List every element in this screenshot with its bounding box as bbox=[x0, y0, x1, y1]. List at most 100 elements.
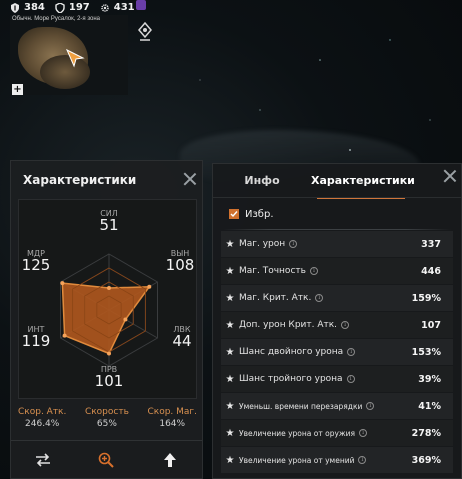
stat-row[interactable]: ★ Маг. Точность i 446 bbox=[221, 258, 453, 284]
stat-row[interactable]: ★ Доп. урон Крит. Атк. i 107 bbox=[221, 312, 453, 338]
close-icon[interactable] bbox=[182, 171, 198, 187]
radar-vertex bbox=[107, 351, 111, 356]
info-icon[interactable]: i bbox=[309, 267, 318, 275]
radar-vertex bbox=[60, 281, 65, 286]
player-position-icon bbox=[65, 48, 85, 68]
left-panel-title: Характеристики bbox=[23, 173, 137, 187]
star-icon[interactable]: ★ bbox=[221, 320, 239, 331]
info-icon[interactable]: i bbox=[347, 348, 356, 356]
stat-value: 153% bbox=[411, 346, 441, 358]
stat-value: 278% bbox=[411, 427, 441, 439]
stat-value: 107 bbox=[421, 319, 441, 331]
zoom-button[interactable] bbox=[96, 450, 116, 470]
stat-name: Уменьш. времени перезарядки bbox=[239, 401, 363, 411]
stat-name: Доп. урон Крит. Атк. bbox=[239, 320, 338, 330]
axis-sta: ВЫН 108 bbox=[165, 249, 195, 273]
minimap[interactable]: Обычн. Море Русалок, 2-я зона bbox=[10, 15, 128, 95]
cast-speed: Скор. Маг. 164% bbox=[147, 407, 197, 429]
cast-speed-label: Скор. Маг. bbox=[147, 407, 197, 417]
radar-vertex bbox=[123, 317, 128, 322]
favorites-checkbox[interactable] bbox=[229, 209, 239, 219]
stat-row[interactable]: ★ Маг. Крит. Атк. i 159% bbox=[221, 285, 453, 311]
radar-chart: СИЛ 51 ВЫН 108 ЛВК 44 ПРВ 101 ИНТ 119 МД… bbox=[18, 199, 197, 399]
favorites-filter: Избр. bbox=[213, 198, 461, 230]
stat-name: Шанс двойного урона bbox=[239, 347, 344, 357]
move-speed-label: Скорость bbox=[84, 407, 129, 417]
radar-data-polygon bbox=[61, 282, 151, 355]
axis-wis-value: 101 bbox=[94, 372, 124, 390]
stat-row[interactable]: ★ Увеличение урона от умений i 369% bbox=[221, 447, 453, 473]
stat-defense-value: 197 bbox=[68, 2, 90, 13]
tab-bar: Инфо Характеристики bbox=[213, 164, 461, 199]
gear-icon bbox=[101, 3, 109, 12]
stat-row[interactable]: ★ Маг. урон i 337 bbox=[221, 231, 453, 257]
swap-arrows-icon bbox=[35, 452, 50, 467]
zoom-in-icon bbox=[99, 452, 115, 468]
stats-list: ★ Маг. урон i 337 ★ Маг. Точность i 446 … bbox=[213, 231, 461, 473]
star-icon[interactable]: ★ bbox=[221, 374, 239, 385]
star-icon[interactable]: ★ bbox=[221, 239, 239, 250]
stat-gear-value: 431 bbox=[113, 2, 135, 13]
radar-vertex bbox=[62, 333, 67, 338]
top-status-bar: 384 197 431 bbox=[10, 2, 135, 13]
characteristics-panel-left: Характеристики СИЛ 51 ВЫН 108 ЛВК 44 ПРВ… bbox=[10, 160, 203, 479]
axis-wis: ПРВ 101 bbox=[92, 365, 126, 389]
notification-badge[interactable] bbox=[136, 0, 146, 10]
swap-button[interactable] bbox=[33, 450, 53, 470]
info-icon[interactable]: i bbox=[341, 321, 350, 329]
stat-row[interactable]: ★ Шанс двойного урона i 153% bbox=[221, 339, 453, 365]
axis-spi-value: 125 bbox=[21, 256, 51, 274]
stat-shield: 384 bbox=[10, 2, 45, 13]
stat-defense: 197 bbox=[55, 2, 90, 13]
info-icon[interactable]: i bbox=[358, 456, 367, 464]
stat-row[interactable]: ★ Уменьш. времени перезарядки i 41% bbox=[221, 393, 453, 419]
stat-row[interactable]: ★ Шанс тройного урона i 39% bbox=[221, 366, 453, 392]
radar-vertex bbox=[107, 286, 111, 291]
defense-icon bbox=[55, 2, 65, 13]
axis-sta-value: 108 bbox=[165, 256, 195, 274]
minimap-expand-button[interactable]: + bbox=[12, 84, 23, 95]
axis-dex: ЛВК 44 bbox=[169, 325, 195, 349]
shield-icon bbox=[11, 2, 19, 13]
info-icon[interactable]: i bbox=[359, 429, 368, 437]
star-icon[interactable]: ★ bbox=[221, 293, 239, 304]
stat-value: 41% bbox=[418, 400, 441, 412]
stat-value: 39% bbox=[418, 373, 441, 385]
stat-value: 159% bbox=[411, 292, 441, 304]
stat-name: Увеличение урона от оружия bbox=[239, 428, 356, 438]
cast-speed-value: 164% bbox=[159, 419, 186, 429]
star-icon[interactable]: ★ bbox=[221, 401, 239, 412]
stat-shield-value: 384 bbox=[24, 2, 45, 13]
axis-str-value: 51 bbox=[99, 216, 119, 234]
star-icon[interactable]: ★ bbox=[221, 266, 239, 277]
tab-characteristics[interactable]: Характеристики bbox=[311, 164, 415, 199]
stat-value: 337 bbox=[421, 238, 441, 250]
star-icon[interactable]: ★ bbox=[221, 347, 239, 358]
close-icon[interactable] bbox=[442, 168, 458, 184]
info-icon[interactable]: i bbox=[366, 402, 375, 410]
attack-speed-value: 246.4% bbox=[25, 419, 60, 429]
axis-spi: МДР 125 bbox=[21, 249, 51, 273]
stat-row[interactable]: ★ Увеличение урона от оружия i 278% bbox=[221, 420, 453, 446]
star-icon[interactable]: ★ bbox=[221, 455, 239, 466]
info-icon[interactable]: i bbox=[346, 375, 355, 383]
stat-name: Маг. Точность bbox=[239, 266, 306, 276]
characteristics-panel-right: Инфо Характеристики Избр. ★ Маг. урон i … bbox=[212, 163, 462, 479]
left-panel-toolbar bbox=[11, 440, 202, 478]
scroll-up-button[interactable] bbox=[160, 450, 180, 470]
stat-name: Маг. Крит. Атк. bbox=[239, 293, 312, 303]
move-speed-value: 65% bbox=[96, 419, 117, 429]
attack-speed-label: Скор. Атк. bbox=[18, 407, 67, 417]
star-icon[interactable]: ★ bbox=[221, 428, 239, 439]
axis-dex-value: 44 bbox=[172, 332, 192, 350]
attack-speed: Скор. Атк. 246.4% bbox=[18, 407, 66, 429]
favorites-label: Избр. bbox=[245, 208, 274, 220]
stat-name: Шанс тройного урона bbox=[239, 374, 343, 384]
arrow-up-icon bbox=[164, 452, 177, 467]
stat-value: 369% bbox=[411, 454, 441, 466]
stat-value: 446 bbox=[421, 265, 441, 277]
info-icon[interactable]: i bbox=[315, 294, 324, 302]
tab-info[interactable]: Инфо bbox=[213, 164, 311, 198]
info-icon[interactable]: i bbox=[289, 240, 298, 248]
waypoint-icon[interactable] bbox=[137, 22, 153, 42]
